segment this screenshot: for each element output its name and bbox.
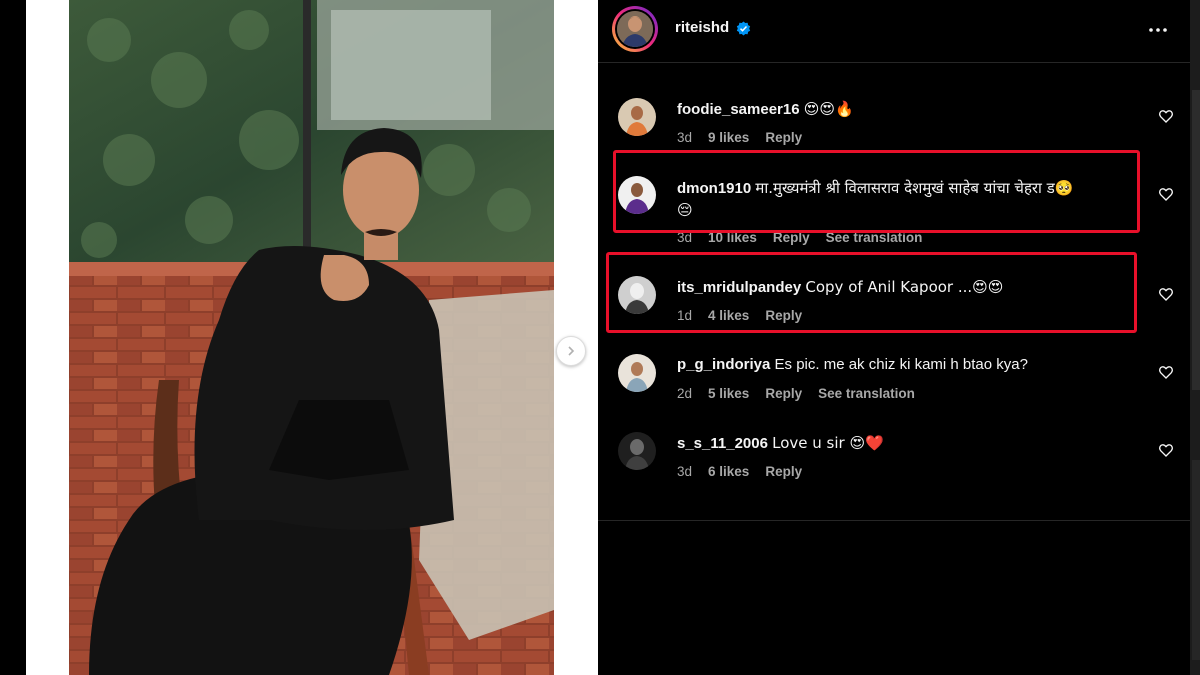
comment-meta: 3d 6 likes Reply [677,464,818,479]
like-comment-heart-icon[interactable] [1158,442,1174,458]
comment-time: 3d [677,130,693,145]
like-comment-heart-icon[interactable] [1158,186,1174,202]
next-image-button[interactable] [556,336,586,366]
commenter-avatar[interactable] [618,98,656,136]
post-header: riteishd [598,0,1190,63]
author-avatar[interactable] [612,6,658,52]
like-comment-heart-icon[interactable] [1158,286,1174,302]
side-edge-segment [1192,460,1200,660]
comment-meta: 2d 5 likes Reply See translation [677,386,931,401]
highlight-box-comment-3 [606,252,1137,333]
verified-badge-icon [736,21,751,36]
like-comment-heart-icon[interactable] [1158,364,1174,380]
like-comment-heart-icon[interactable] [1158,108,1174,124]
comment-likes[interactable]: 9 likes [708,130,749,145]
comment-text: 😍😍🔥 [803,100,854,118]
comment-item: s_s_11_2006 Love u sir 😍❤️ 3d 6 likes Repl… [598,430,1190,500]
reply-button[interactable]: Reply [765,386,802,401]
reply-button[interactable]: Reply [765,464,802,479]
comment-likes[interactable]: 5 likes [708,386,749,401]
more-options-icon[interactable] [1146,18,1170,42]
comment-time: 3d [677,464,693,479]
comment-text-line: s_s_11_2006 Love u sir 😍❤️ [677,434,884,452]
side-edge-segment [1192,90,1200,390]
see-translation-link[interactable]: See translation [818,386,915,401]
chevron-right-icon [568,346,575,356]
commenter-avatar[interactable] [618,354,656,392]
comment-time: 2d [677,386,693,401]
panel-bottom-divider [598,520,1190,521]
highlight-box-comment-2 [613,150,1140,233]
comment-text-line: p_g_indoriya Es pic. me ak chiz ki kami … [677,356,1028,373]
comment-text: Love u sir 😍❤️ [772,434,884,452]
reply-button[interactable]: Reply [765,130,802,145]
comment-text: Es pic. me ak chiz ki kami h btao kya? [774,356,1028,373]
post-photo[interactable] [69,0,554,675]
author-username[interactable]: riteishd [675,19,729,36]
commenter-username[interactable]: p_g_indoriya [677,356,770,373]
comment-item: p_g_indoriya Es pic. me ak chiz ki kami … [598,352,1190,422]
comment-likes[interactable]: 6 likes [708,464,749,479]
comment-meta: 3d 9 likes Reply [677,130,818,145]
commenter-username[interactable]: foodie_sameer16 [677,101,800,118]
commenter-avatar[interactable] [618,432,656,470]
comment-text-line: foodie_sameer16 😍😍🔥 [677,100,854,118]
commenter-username[interactable]: s_s_11_2006 [677,435,768,452]
